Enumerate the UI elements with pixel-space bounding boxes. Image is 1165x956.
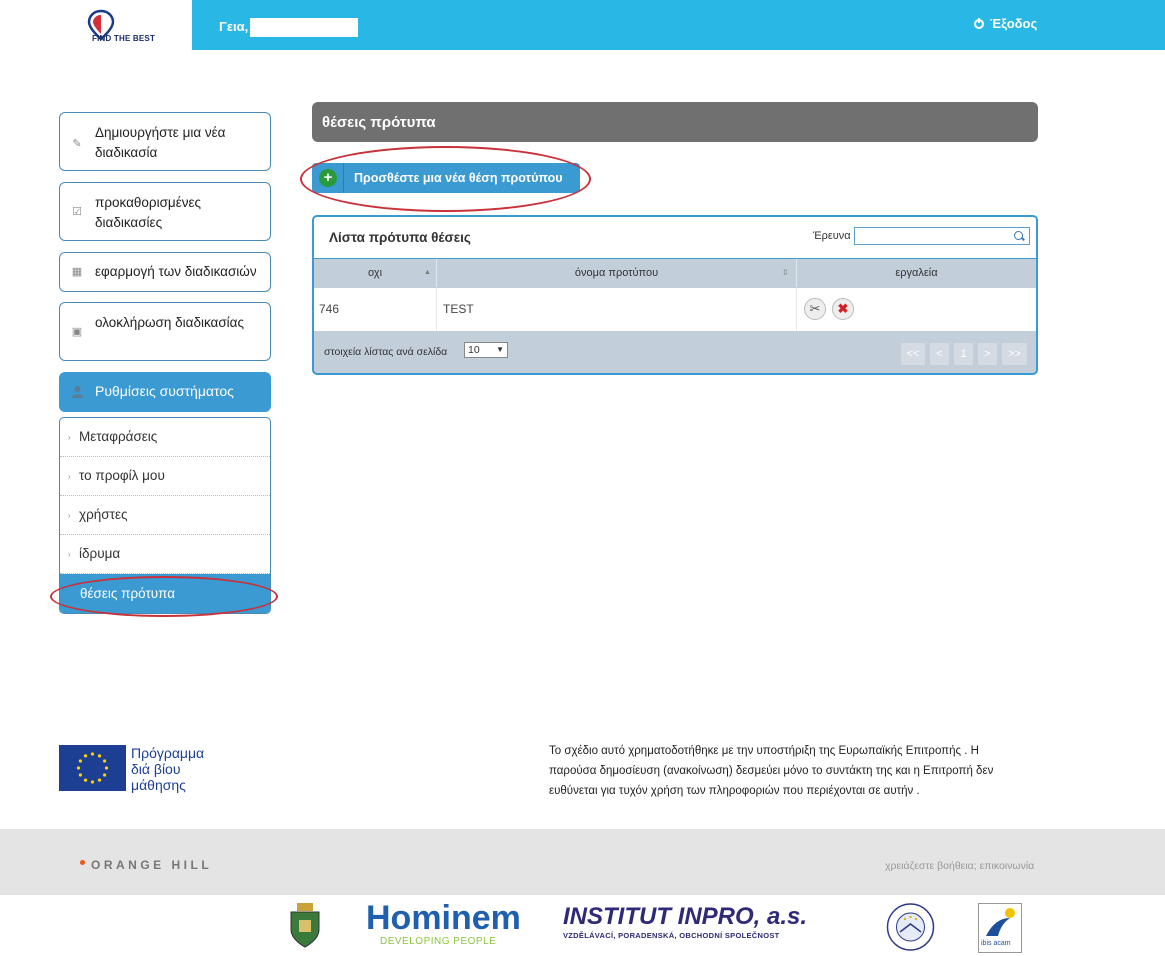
top-header: FIND THE BEST Γεια, Έξοδος <box>0 0 1165 50</box>
edit-box-icon: ☑ <box>72 206 82 218</box>
submenu-item-label: το προφίλ μου <box>79 468 165 483</box>
settings-submenu: › Μεταφράσεις › το προφίλ μου › χρήστες … <box>59 417 271 614</box>
ibis-acam-logo: ibis acam <box>978 903 1022 953</box>
column-header-id[interactable]: οχι ▲ <box>314 259 437 287</box>
sidebar-item-apply-processes[interactable]: ▦ εφαρμογή των διαδικασιών <box>59 252 271 292</box>
sort-icon: ⇳ <box>782 268 789 277</box>
municipal-crest-icon <box>290 903 320 948</box>
eu-program-text: Πρόγραμμα διά βίου μάθησης <box>131 745 204 793</box>
ibis-label: ibis acam <box>981 940 1011 947</box>
sidebar-item-label: Ρυθμίσεις συστήματος <box>95 383 234 399</box>
cell-tools: ✂ ✖ <box>797 288 1036 331</box>
eu-program-line: μάθησης <box>131 777 186 793</box>
help-contact-link[interactable]: χρειάζεστε βοήθεια; επικοινωνία <box>885 860 1034 872</box>
logo-text: FIND THE BEST <box>92 34 156 43</box>
orange-hill-logo[interactable]: ORANGE HILL <box>80 858 212 872</box>
brand-label: ORANGE HILL <box>91 858 213 872</box>
hominem-logo: Hominem DEVELOPING PEOPLE <box>366 899 521 952</box>
sidebar-item-predefined-processes[interactable]: ☑ προκαθορισμένες διαδικασίες <box>59 182 271 241</box>
column-header-label: οχι <box>367 267 383 279</box>
page-title-bar: θέσεις πρότυπα <box>312 102 1038 142</box>
sidebar-item-label: ολοκλήρωση διαδικασίας <box>95 315 244 330</box>
eu-program-line: διά βίου <box>131 761 181 777</box>
eu-flag-icon <box>59 745 126 791</box>
submenu-item-position-templates[interactable]: θέσεις πρότυπα <box>60 574 270 613</box>
sidebar-item-create-process[interactable]: ✎ Δημιουργήστε μια νέα διαδικασία <box>59 112 271 171</box>
submenu-item-label: Μεταφράσεις <box>79 429 158 444</box>
column-header-label: όνομα προτύπου <box>574 267 659 279</box>
hominem-name: Hominem <box>366 899 521 937</box>
column-header-label: εργαλεία <box>895 267 938 279</box>
pagination-last[interactable]: >> <box>1001 342 1028 366</box>
search-input[interactable] <box>854 227 1030 245</box>
submenu-item-label: θέσεις πρότυπα <box>80 586 176 601</box>
hominem-tagline: DEVELOPING PEOPLE <box>380 936 497 947</box>
plus-icon: + <box>319 169 337 187</box>
column-header-tools: εργαλεία <box>797 259 1036 287</box>
panel-header: Λίστα πρότυπα θέσεις Έρευνα <box>314 217 1036 259</box>
add-template-label: Προσθέστε μια νέα θέση προτύπου <box>354 171 563 185</box>
logout-button[interactable]: Έξοδος <box>974 16 1037 31</box>
grid-icon: ▦ <box>71 266 83 278</box>
submenu-item-label: χρήστες <box>79 507 128 522</box>
submenu-item-users[interactable]: › χρήστες <box>60 496 270 535</box>
cell-name: TEST <box>437 288 797 331</box>
search-icon[interactable] <box>1014 231 1023 240</box>
sidebar-item-label: προκαθορισμένες διαδικασίες <box>95 195 201 230</box>
pagination-first[interactable]: << <box>900 342 926 366</box>
orange-dot-icon <box>80 860 85 865</box>
search-label: Έρευνα <box>813 230 851 242</box>
logout-label: Έξοδος <box>990 16 1038 31</box>
calendar-icon: ▣ <box>71 326 83 338</box>
power-icon <box>974 17 984 29</box>
pagination-page[interactable]: 1 <box>953 342 974 366</box>
panel-title: Λίστα πρότυπα θέσεις <box>329 230 471 245</box>
bullet-icon: › <box>68 472 71 481</box>
submenu-item-institution[interactable]: › ίδρυμα <box>60 535 270 574</box>
username-field <box>250 18 358 37</box>
add-template-button[interactable]: + Προσθέστε μια νέα θέση προτύπου <box>312 163 580 193</box>
sidebar-item-label: εφαρμογή των διαδικασιών <box>95 264 257 279</box>
submenu-item-my-profile[interactable]: › το προφίλ μου <box>60 457 270 496</box>
per-page-select[interactable]: 10 ▼ <box>464 342 508 358</box>
logo[interactable]: FIND THE BEST <box>0 0 192 50</box>
inpro-logo: INSTITUT INPRO, a.s. VZDĚLÁVACÍ, PORADEN… <box>563 903 838 948</box>
eu-program-line: Πρόγραμμα <box>131 745 205 761</box>
per-page-label: στοιχεία λίστας ανά σελίδα <box>324 346 448 358</box>
bullet-icon: › <box>68 511 71 520</box>
cell-id: 746 <box>314 288 437 331</box>
inpro-tagline: VZDĚLÁVACÍ, PORADENSKÁ, OBCHODNÍ SPOLEČN… <box>563 931 780 940</box>
ibis-bird-icon <box>986 908 1015 936</box>
page-title: θέσεις πρότυπα <box>322 114 436 131</box>
table-row: 746 TEST ✂ ✖ <box>314 288 1036 331</box>
institute-seal-icon <box>886 903 935 951</box>
bullet-icon: › <box>68 433 71 442</box>
delete-icon[interactable]: ✖ <box>832 298 854 320</box>
sidebar-item-system-settings[interactable]: Ρυθμίσεις συστήματος <box>59 372 271 412</box>
pagination-prev[interactable]: < <box>929 342 950 366</box>
greeting: Γεια, <box>219 19 249 34</box>
submenu-item-translations[interactable]: › Μεταφράσεις <box>60 418 270 457</box>
user-icon <box>72 386 83 398</box>
pagination-next[interactable]: > <box>977 342 998 366</box>
sidebar-item-label: Δημιουργήστε μια νέα διαδικασία <box>95 125 226 160</box>
submenu-item-label: ίδρυμα <box>79 546 121 561</box>
sidebar-item-complete-process[interactable]: ▣ ολοκλήρωση διαδικασίας <box>59 302 271 361</box>
pencil-icon: ✎ <box>72 138 82 150</box>
wrench-icon[interactable]: ✂ <box>804 298 826 320</box>
sort-asc-icon: ▲ <box>424 269 431 276</box>
inpro-name: INSTITUT INPRO, a.s. <box>563 903 808 930</box>
bullet-icon: › <box>68 550 71 559</box>
templates-panel: Λίστα πρότυπα θέσεις Έρευνα οχι ▲ όνομα … <box>312 215 1038 375</box>
dropdown-arrow-icon: ▼ <box>496 345 504 354</box>
per-page-value: 10 <box>468 344 480 356</box>
column-header-name[interactable]: όνομα προτύπου ⇳ <box>437 259 797 287</box>
funding-notice: Το σχέδιο αυτό χρηματοδοτήθηκε με την υπ… <box>549 745 994 797</box>
button-divider <box>343 163 344 193</box>
